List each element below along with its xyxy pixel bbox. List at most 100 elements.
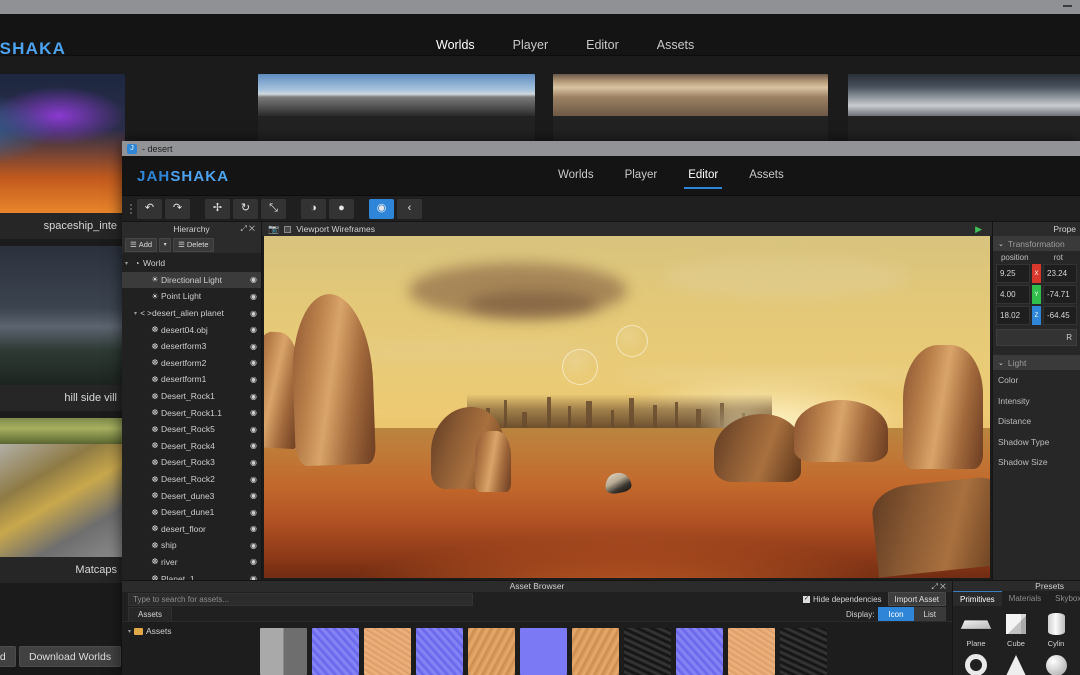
expand-arrow-icon[interactable]: ▾ — [122, 260, 131, 267]
preset-tab-materials[interactable]: Materials — [1002, 591, 1048, 606]
hierarchy-tree[interactable]: ▾◔World☀Directional Light◉☀Point Light◉▾… — [122, 253, 261, 580]
eye-icon[interactable]: ◉ — [250, 508, 257, 517]
hierarchy-node[interactable]: ☸Desert_Rock3◉ — [122, 454, 261, 471]
hierarchy-node[interactable]: ☸desertform3◉ — [122, 338, 261, 355]
viewport-3d[interactable] — [264, 236, 990, 578]
expand-arrow-icon[interactable]: ▾ — [131, 310, 140, 317]
eye-icon[interactable]: ◉ — [250, 342, 257, 351]
eye-icon[interactable]: ◉ — [250, 392, 257, 401]
eye-icon[interactable]: ◉ — [250, 358, 257, 367]
asset-thumbnail[interactable] — [624, 628, 671, 675]
delete-node-button[interactable]: ☰ Delete — [173, 238, 213, 252]
camera-icon[interactable]: 📷 — [268, 224, 279, 235]
asset-thumbnail[interactable] — [260, 628, 307, 675]
eye-icon[interactable]: ◉ — [250, 475, 257, 484]
world-card-temple[interactable] — [553, 74, 828, 142]
tab-assets[interactable]: Assets — [745, 168, 788, 189]
preset-item[interactable]: Cone — [997, 650, 1035, 675]
hierarchy-node[interactable]: ▾< >desert_alien planet◉ — [122, 305, 261, 322]
asset-thumbnail[interactable] — [416, 628, 463, 675]
reset-transform-button[interactable]: R — [996, 329, 1077, 346]
eye-icon[interactable]: ◉ — [250, 275, 257, 284]
eye-icon[interactable]: ◉ — [250, 458, 257, 467]
light-section-header[interactable]: ⌄ Light — [993, 355, 1080, 370]
hierarchy-node[interactable]: ☸Desert_Rock1.1◉ — [122, 404, 261, 421]
play-button[interactable]: ▶ — [975, 224, 982, 235]
rotate-icon[interactable]: ↻ — [233, 199, 258, 219]
hierarchy-node[interactable]: ☀Point Light◉ — [122, 288, 261, 305]
local-space-icon[interactable]: ● — [329, 199, 354, 219]
hierarchy-node[interactable]: ☸desertform1◉ — [122, 371, 261, 388]
download-worlds-button[interactable]: Download Worlds — [19, 646, 121, 667]
hierarchy-node[interactable]: ☸ship◉ — [122, 537, 261, 554]
hierarchy-node[interactable]: ☸Desert_Rock4◉ — [122, 438, 261, 455]
hide-dependencies-option[interactable]: ✓ Hide dependencies — [803, 595, 882, 604]
rotation-y-input[interactable]: -74.71 — [1043, 285, 1077, 304]
eye-icon[interactable]: ◉ — [250, 309, 257, 318]
preset-item[interactable]: Cube — [997, 609, 1035, 648]
global-space-icon[interactable]: ◑ — [301, 199, 326, 219]
preset-tab-primitives[interactable]: Primitives — [953, 591, 1002, 606]
asset-thumbnail[interactable] — [468, 628, 515, 675]
panel-float-close-controls[interactable]: ⤢✕ — [932, 582, 949, 592]
scale-icon[interactable]: ⤡ — [261, 199, 286, 219]
display-icon-option[interactable]: Icon — [878, 607, 913, 621]
hierarchy-node[interactable]: ☸Planet_1◉ — [122, 570, 261, 580]
eye-icon[interactable]: ◉ — [250, 375, 257, 384]
asset-thumbnail[interactable] — [728, 628, 775, 675]
display-list-option[interactable]: List — [914, 607, 946, 621]
preset-item[interactable]: Cylin — [1037, 609, 1075, 648]
light-property-row[interactable]: Shadow Type — [993, 432, 1080, 453]
asset-thumbnail[interactable] — [312, 628, 359, 675]
import-asset-button[interactable]: Import Asset — [888, 592, 946, 606]
collapse-icon[interactable]: ‹ — [397, 199, 422, 219]
light-property-row[interactable]: Distance — [993, 411, 1080, 432]
preset-tab-skyboxes[interactable]: Skyboxes — [1048, 591, 1080, 606]
panel-float-close-controls[interactable]: ⤢✕ — [241, 224, 258, 234]
light-property-row[interactable]: Shadow Size — [993, 452, 1080, 473]
eye-icon[interactable]: ◉ — [250, 574, 257, 580]
tab-worlds[interactable]: Worlds — [554, 168, 598, 189]
asset-thumbnail[interactable] — [572, 628, 619, 675]
asset-thumbnail[interactable] — [780, 628, 827, 675]
asset-folder-row[interactable]: ▾ Assets — [128, 626, 257, 636]
create-world-button[interactable]: rld — [0, 646, 16, 667]
hierarchy-node[interactable]: ☸desertform2◉ — [122, 355, 261, 372]
position-y-input[interactable]: 4.00 — [996, 285, 1030, 304]
minimize-button[interactable] — [1063, 5, 1072, 7]
eye-icon[interactable]: ◉ — [250, 292, 257, 301]
world-card-villa[interactable]: hill side vill — [0, 246, 125, 411]
tab-player[interactable]: Player — [621, 168, 662, 189]
hierarchy-node[interactable]: ☸river◉ — [122, 554, 261, 571]
transformation-section-header[interactable]: ⌄ Transformation — [993, 236, 1080, 251]
light-property-row[interactable]: Color — [993, 370, 1080, 391]
tab-editor[interactable]: Editor — [684, 168, 722, 189]
eye-icon[interactable]: ◉ — [250, 491, 257, 500]
hierarchy-node[interactable]: ☸Desert_Rock5◉ — [122, 421, 261, 438]
position-x-input[interactable]: 9.25 — [996, 264, 1030, 283]
hierarchy-node[interactable]: ☸desert04.obj◉ — [122, 321, 261, 338]
toolbar-drag-handle[interactable] — [127, 198, 134, 220]
asset-thumbnail[interactable] — [676, 628, 723, 675]
hierarchy-node[interactable]: ▾◔World — [122, 255, 261, 272]
hide-dependencies-checkbox[interactable]: ✓ — [803, 596, 810, 603]
position-z-input[interactable]: 18.02 — [996, 306, 1030, 325]
asset-folder-tree[interactable]: ▾ Assets — [122, 622, 257, 675]
eye-icon[interactable]: ◉ — [250, 557, 257, 566]
light-property-row[interactable]: Intensity — [993, 391, 1080, 412]
hierarchy-node[interactable]: ☸Desert_dune3◉ — [122, 487, 261, 504]
preset-item[interactable]: Torus — [957, 650, 995, 675]
hierarchy-node[interactable]: ☀Directional Light◉ — [122, 272, 261, 289]
world-card-buildings[interactable] — [848, 74, 1080, 142]
hierarchy-node[interactable]: ☸Desert_dune1◉ — [122, 504, 261, 521]
move-icon[interactable]: ✢ — [205, 199, 230, 219]
undo-icon[interactable]: ↶ — [137, 199, 162, 219]
viewport-wireframes-checkbox[interactable] — [284, 226, 291, 233]
tab-assets-browser[interactable]: Assets — [128, 607, 172, 621]
hierarchy-node[interactable]: ☸desert_floor◉ — [122, 521, 261, 538]
rotation-z-input[interactable]: -64.45 — [1043, 306, 1077, 325]
add-dropdown-icon[interactable]: ▾ — [159, 238, 171, 252]
redo-icon[interactable]: ↷ — [165, 199, 190, 219]
asset-thumbnail[interactable] — [520, 628, 567, 675]
eye-icon[interactable]: ◉ — [250, 541, 257, 550]
